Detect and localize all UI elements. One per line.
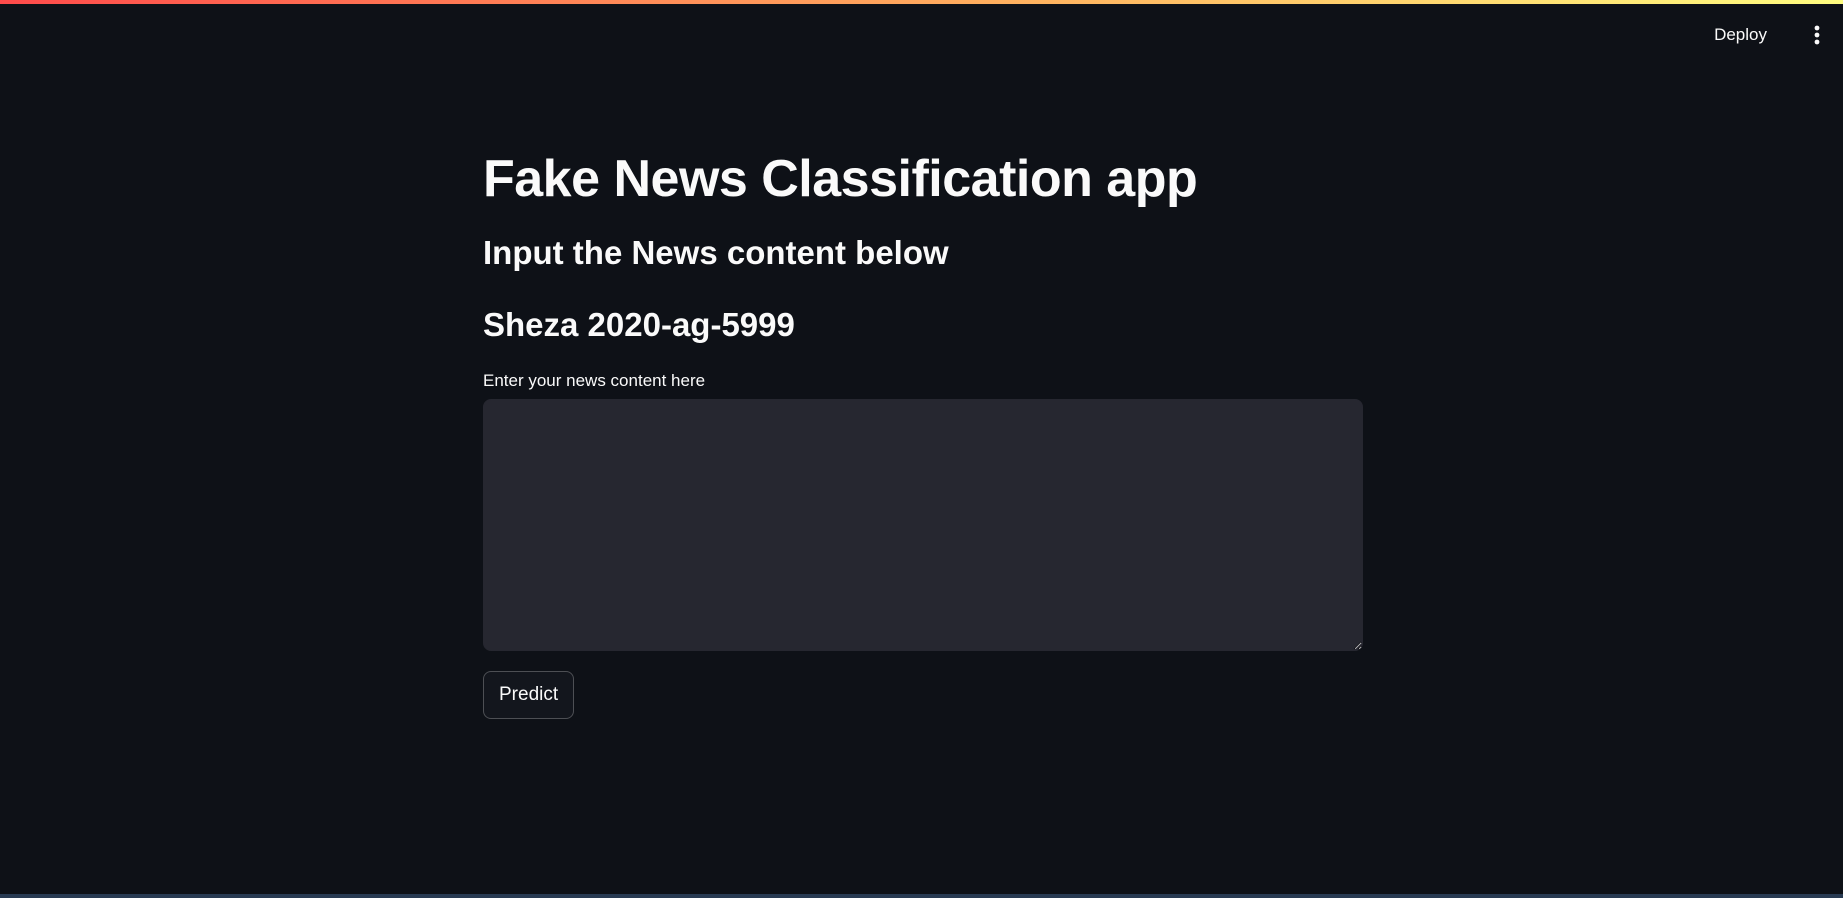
deploy-button[interactable]: Deploy <box>1704 17 1777 53</box>
predict-button[interactable]: Predict <box>483 671 575 719</box>
author-subheader: Sheza 2020-ag-5999 <box>483 306 795 343</box>
page-title: Fake News Classification app <box>483 150 1198 208</box>
main-content: Fake News Classification app Input the N… <box>483 145 1363 719</box>
bottom-status-strip <box>0 894 1843 898</box>
app-header: Deploy <box>0 4 1843 60</box>
instruction-subheader: Input the News content below <box>483 234 949 271</box>
news-content-label: Enter your news content here <box>483 371 706 390</box>
main-menu-button[interactable] <box>1799 17 1835 53</box>
news-content-textarea[interactable] <box>483 399 1363 651</box>
more-vertical-icon <box>1814 25 1820 45</box>
